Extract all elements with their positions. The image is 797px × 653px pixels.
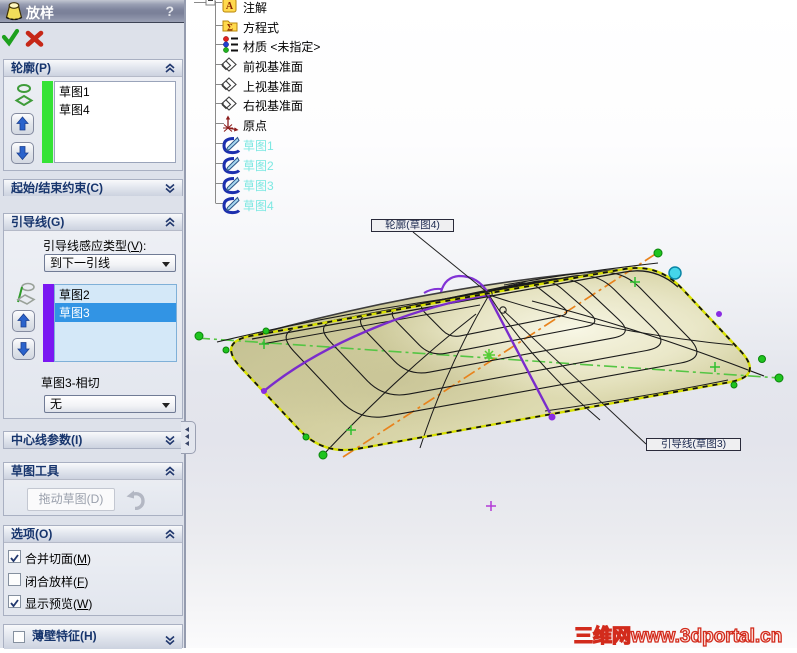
- svg-text:A: A: [226, 1, 234, 12]
- svg-text:Σ: Σ: [227, 23, 233, 33]
